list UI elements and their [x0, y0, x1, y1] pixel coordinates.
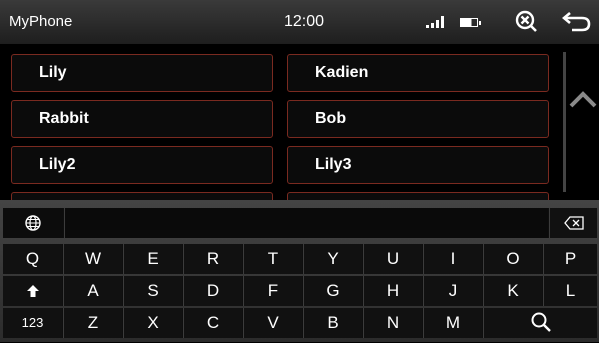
contact-name: Rabbit	[39, 110, 89, 127]
input-bar[interactable]	[64, 208, 548, 238]
signal-icon	[426, 16, 444, 28]
key-t[interactable]: T	[243, 244, 302, 274]
key-b[interactable]: B	[303, 308, 362, 338]
key-l[interactable]: L	[543, 276, 597, 306]
key-c[interactable]: C	[183, 308, 242, 338]
keyboard-row-1: Q W E R T Y U I O P	[3, 244, 597, 274]
chevron-up-icon[interactable]	[568, 90, 598, 110]
search-key[interactable]	[483, 308, 597, 338]
search-icon	[531, 312, 551, 332]
key-x[interactable]: X	[123, 308, 182, 338]
contact-name: Lily	[39, 64, 67, 81]
shift-key[interactable]	[3, 276, 62, 306]
keyboard-row-3: 123 Z X C V B N M	[3, 308, 597, 338]
contact-item[interactable]: Lily2	[11, 146, 273, 184]
key-o[interactable]: O	[483, 244, 542, 274]
shift-icon	[26, 285, 39, 297]
contact-item[interactable]: Lily	[11, 54, 273, 92]
contact-name: Bob	[315, 110, 347, 127]
contact-name: Kadien	[315, 64, 369, 81]
battery-icon	[460, 18, 481, 27]
key-h[interactable]: H	[363, 276, 422, 306]
backspace-key[interactable]	[549, 208, 597, 238]
back-icon[interactable]	[562, 8, 592, 34]
key-z[interactable]: Z	[63, 308, 122, 338]
key-e[interactable]: E	[123, 244, 182, 274]
status-bar: MyPhone 12:00	[0, 0, 599, 44]
backspace-icon	[563, 216, 584, 230]
app-title: MyPhone	[9, 13, 73, 30]
key-p[interactable]: P	[543, 244, 597, 274]
contact-list: Lily Kadien Rabbit Bob Lily2 Lily3	[0, 44, 560, 200]
keyboard-row-2: A S D F G H J K L	[3, 276, 597, 306]
numbers-key[interactable]: 123	[3, 308, 62, 338]
key-s[interactable]: S	[123, 276, 182, 306]
key-r[interactable]: R	[183, 244, 242, 274]
key-q[interactable]: Q	[3, 244, 62, 274]
globe-icon	[25, 215, 41, 231]
key-w[interactable]: W	[63, 244, 122, 274]
scrollbar[interactable]	[560, 44, 599, 200]
key-k[interactable]: K	[483, 276, 542, 306]
key-d[interactable]: D	[183, 276, 242, 306]
key-u[interactable]: U	[363, 244, 422, 274]
key-v[interactable]: V	[243, 308, 302, 338]
keyboard-row-top	[3, 208, 597, 238]
contact-item[interactable]: Kadien	[287, 54, 549, 92]
close-icon[interactable]	[514, 9, 538, 33]
key-g[interactable]: G	[303, 276, 362, 306]
scroll-track[interactable]	[563, 52, 566, 192]
key-j[interactable]: J	[423, 276, 482, 306]
contact-item[interactable]: Bob	[287, 100, 549, 138]
globe-key[interactable]	[3, 208, 63, 238]
contact-name: Lily2	[39, 156, 76, 173]
key-i[interactable]: I	[423, 244, 482, 274]
contact-item[interactable]: Rabbit	[11, 100, 273, 138]
contact-name: Lily3	[315, 156, 352, 173]
contact-item-partial[interactable]	[11, 192, 273, 200]
key-m[interactable]: M	[423, 308, 482, 338]
clock: 12:00	[284, 13, 325, 30]
key-a[interactable]: A	[63, 276, 122, 306]
contact-item[interactable]: Lily3	[287, 146, 549, 184]
contact-item-partial[interactable]	[287, 192, 549, 200]
key-n[interactable]: N	[363, 308, 422, 338]
key-f[interactable]: F	[243, 276, 302, 306]
on-screen-keyboard: Q W E R T Y U I O P A S D F G H J K L 12…	[0, 200, 599, 342]
key-y[interactable]: Y	[303, 244, 362, 274]
